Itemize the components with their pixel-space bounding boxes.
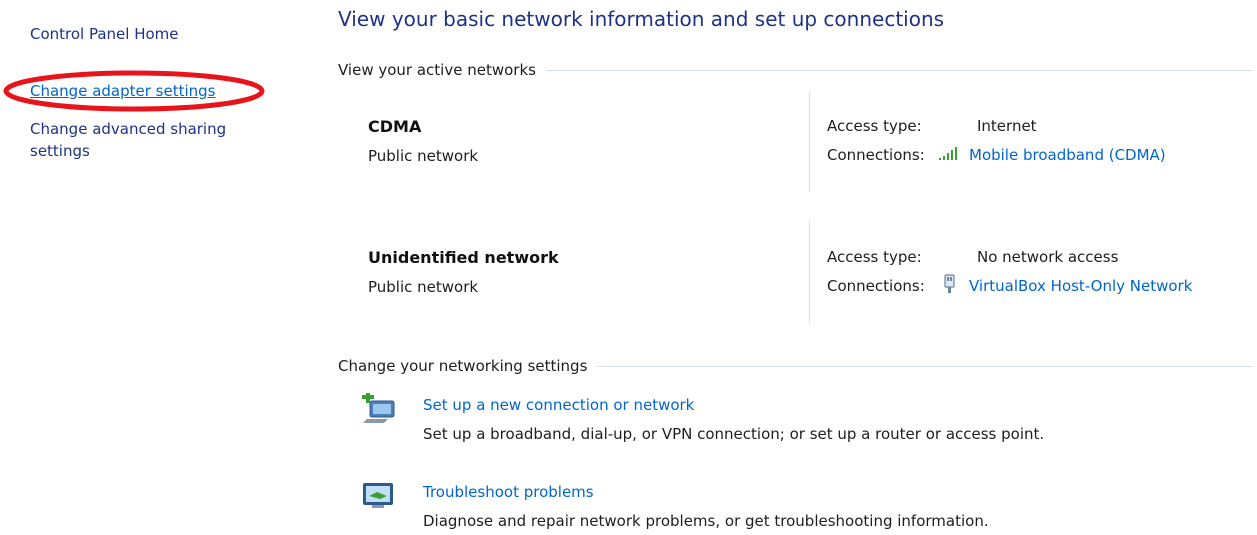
ethernet-plug-icon — [937, 273, 963, 299]
active-networks-label: View your active networks — [338, 61, 536, 79]
active-networks-header: View your active networks — [338, 60, 1257, 80]
change-settings-header: Change your networking settings — [338, 356, 1257, 376]
connections-label: Connections: — [827, 277, 925, 295]
change-settings-label: Change your networking settings — [338, 357, 588, 375]
troubleshoot-icon — [360, 480, 400, 514]
troubleshoot-link[interactable]: Troubleshoot problems — [423, 480, 594, 504]
network-name: CDMA — [368, 117, 422, 136]
new-connection-icon — [360, 393, 400, 427]
network-entry: Unidentified network Public network — [368, 246, 798, 299]
connection-link[interactable]: Mobile broadband (CDMA) — [937, 145, 1166, 165]
page-title: View your basic network information and … — [338, 7, 945, 31]
connection-name[interactable]: VirtualBox Host-Only Network — [969, 277, 1192, 295]
control-panel-home-link[interactable]: Control Panel Home — [30, 23, 179, 45]
connection-link[interactable]: VirtualBox Host-Only Network — [937, 273, 1192, 299]
task-item: Troubleshoot problems Diagnose and repai… — [360, 480, 1250, 535]
section-divider — [597, 365, 1253, 367]
connections-label: Connections: — [827, 146, 925, 164]
task-description: Set up a broadband, dial-up, or VPN conn… — [423, 425, 1045, 443]
connection-name[interactable]: Mobile broadband (CDMA) — [969, 146, 1166, 164]
network-sharing-center: Control Panel Home Change adapter settin… — [0, 0, 1257, 535]
signal-bars-icon — [937, 145, 963, 165]
network-entry: CDMA Public network — [368, 115, 798, 168]
task-description: Diagnose and repair network problems, or… — [423, 512, 989, 530]
access-type-value: No network access — [977, 248, 1119, 266]
network-type-link[interactable]: Public network — [368, 144, 798, 168]
sidebar: Control Panel Home Change adapter settin… — [0, 0, 300, 535]
access-type-label: Access type: — [827, 117, 922, 135]
network-name: Unidentified network — [368, 248, 559, 267]
vertical-divider — [809, 221, 810, 323]
access-type-value: Internet — [977, 117, 1037, 135]
network-type-link[interactable]: Public network — [368, 275, 798, 299]
network-info: Access type: No network access Connectio… — [827, 245, 1252, 303]
access-type-label: Access type: — [827, 248, 922, 266]
setup-connection-link[interactable]: Set up a new connection or network — [423, 393, 694, 417]
change-adapter-settings-link[interactable]: Change adapter settings — [30, 80, 216, 102]
section-divider — [545, 69, 1253, 71]
task-item: Set up a new connection or network Set u… — [360, 393, 1250, 453]
network-info: Access type: Internet Connections: Mobil… — [827, 114, 1252, 172]
vertical-divider — [809, 92, 810, 192]
change-advanced-sharing-link[interactable]: Change advanced sharing settings — [30, 118, 270, 162]
